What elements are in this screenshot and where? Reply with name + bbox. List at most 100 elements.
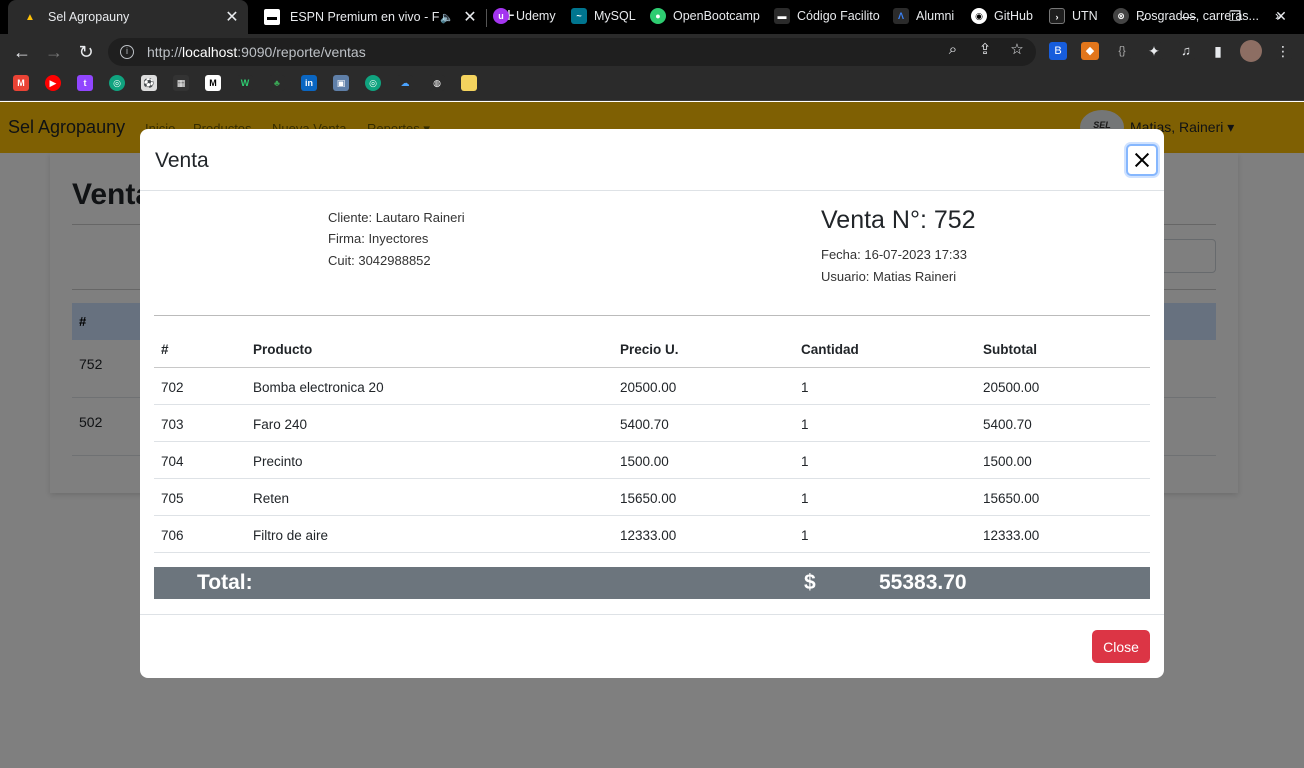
table-header-row: # Producto Precio U. Cantidad Subtotal — [154, 330, 1150, 368]
udemy-icon: u — [493, 8, 509, 24]
bookmark-label: Alumni — [916, 9, 955, 23]
chatgpt-icon[interactable]: ◎ — [109, 75, 125, 91]
bookmark-star-icon[interactable]: ☆ — [1007, 40, 1027, 60]
media-control-icon[interactable]: ♫ — [1177, 42, 1195, 60]
bookmark-label: UTN — [1072, 9, 1098, 23]
bitwarden-extension-icon[interactable]: B — [1049, 42, 1067, 60]
side-panel-icon[interactable]: ▮ — [1209, 42, 1227, 60]
globe-icon[interactable]: ◍ — [429, 75, 445, 91]
posgrados-icon: ⊗ — [1113, 8, 1129, 24]
extensions-puzzle-icon[interactable]: ✦ — [1145, 42, 1163, 60]
bookmark-label: OpenBootcamp — [673, 9, 760, 23]
venta-modal: Venta Cliente: Lautaro Raineri Firma: In… — [140, 129, 1164, 678]
bookmark-codigo-facilito[interactable]: ▬ Código Facilito — [774, 6, 880, 26]
linkedin-icon[interactable]: in — [301, 75, 317, 91]
tab-espn[interactable]: ▬ ESPN Premium en vivo - Fútb 🔈 ✕ — [250, 0, 486, 34]
cell-id: 705 — [161, 491, 184, 506]
tab-separator — [486, 9, 487, 27]
bookmark-github[interactable]: ◉ GitHub — [971, 6, 1033, 26]
bookmark-mysql[interactable]: ~ MySQL — [571, 6, 636, 26]
total-bar: Total: $ 55383.70 — [154, 567, 1150, 599]
metamask-extension-icon[interactable]: ◆ — [1081, 42, 1099, 60]
column-header: Subtotal — [983, 342, 1037, 357]
cell-producto: Reten — [253, 491, 290, 506]
bookmark-icon[interactable]: ▦ — [173, 75, 189, 91]
m-bookmark-icon[interactable]: M — [205, 75, 221, 91]
terminal-icon: › — [1049, 8, 1065, 24]
table-row: 702 Bomba electronica 20 20500.00 1 2050… — [154, 368, 1150, 405]
cell-subtotal: 12333.00 — [983, 528, 1040, 543]
spring-icon[interactable]: ♣ — [269, 75, 285, 91]
cell-subtotal: 20500.00 — [983, 380, 1040, 395]
keep-notes-icon[interactable] — [461, 75, 477, 91]
cell-precio: 1500.00 — [620, 454, 669, 469]
forward-arrow-icon[interactable]: → — [42, 40, 66, 64]
cell-producto: Filtro de aire — [253, 528, 329, 543]
back-arrow-icon[interactable]: ← — [10, 40, 34, 64]
cell-precio: 20500.00 — [620, 380, 677, 395]
column-header: Producto — [253, 342, 313, 357]
divider — [154, 315, 1150, 316]
cell-subtotal: 5400.70 — [983, 417, 1032, 432]
tab-close-icon[interactable]: ✕ — [222, 7, 242, 27]
bookmarks-bar — [0, 70, 1304, 101]
site-info-icon[interactable]: i — [120, 45, 134, 59]
bookmark-posgrados[interactable]: ⊗ Posgrados, carreras... — [1113, 6, 1259, 26]
tab-close-icon[interactable]: ✕ — [460, 7, 480, 27]
cell-cantidad: 1 — [801, 528, 809, 543]
cliente-text: Cliente: Lautaro Raineri — [328, 210, 465, 225]
bookmark-udemy[interactable]: u Udemy — [493, 6, 556, 26]
gmail-icon[interactable]: M — [13, 75, 29, 91]
alumni-icon: Λ — [893, 8, 909, 24]
w-bookmark-icon[interactable]: W — [237, 75, 253, 91]
column-header: Cantidad — [801, 342, 859, 357]
address-bar[interactable]: i http://localhost:9090/reporte/ventas — [108, 38, 1036, 66]
table-row: 705 Reten 15650.00 1 15650.00 — [154, 479, 1150, 516]
chatgpt-icon[interactable]: ◎ — [365, 75, 381, 91]
modal-close-x-button[interactable] — [1126, 144, 1158, 176]
cell-cantidad: 1 — [801, 454, 809, 469]
openbootcamp-icon: ● — [650, 8, 666, 24]
cell-cantidad: 1 — [801, 417, 809, 432]
sel-favicon-icon: ▲ — [25, 11, 35, 23]
more-bookmarks-button[interactable]: » — [1275, 6, 1282, 26]
photo-bookmark-icon[interactable]: ▣ — [333, 75, 349, 91]
bookmark-openbootcamp[interactable]: ● OpenBootcamp — [650, 6, 760, 26]
cell-id: 703 — [161, 417, 184, 432]
youtube-icon[interactable]: ▶ — [45, 75, 61, 91]
json-extension-icon[interactable]: {} — [1113, 42, 1131, 60]
codigo-facilito-icon: ▬ — [774, 8, 790, 24]
bookmark-utn[interactable]: › UTN — [1049, 6, 1098, 26]
tab-sel-agropauny[interactable]: ▲ Sel Agropauny ✕ — [8, 0, 248, 34]
speaker-icon[interactable]: 🔈 — [440, 11, 454, 24]
table-row: 706 Filtro de aire 12333.00 1 12333.00 — [154, 516, 1150, 553]
fecha-text: Fecha: 16-07-2023 17:33 — [821, 247, 967, 262]
cell-precio: 15650.00 — [620, 491, 677, 506]
bookmark-label: Posgrados, carreras... — [1136, 9, 1259, 23]
bookmark-label: Udemy — [516, 9, 556, 23]
espn-favicon-icon: ▬ — [264, 9, 280, 25]
cell-precio: 12333.00 — [620, 528, 677, 543]
bookmark-alumni[interactable]: Λ Alumni — [893, 6, 954, 26]
url-scheme: http:// — [147, 44, 183, 60]
cell-producto: Precinto — [253, 454, 303, 469]
modal-header: Venta — [140, 129, 1164, 191]
modal-title: Venta — [155, 149, 209, 172]
zoom-search-icon[interactable]: ⌕ — [943, 40, 963, 60]
close-button[interactable]: Close — [1092, 630, 1150, 663]
cloud-icon[interactable]: ☁ — [397, 75, 413, 91]
soccer-icon[interactable]: ⚽ — [141, 75, 157, 91]
twitch-icon[interactable]: t — [77, 75, 93, 91]
reload-icon[interactable]: ↻ — [74, 40, 98, 64]
column-header: Precio U. — [620, 342, 679, 357]
browser-menu-icon[interactable]: ⋮ — [1274, 42, 1292, 60]
table-row: 703 Faro 240 5400.70 1 5400.70 — [154, 405, 1150, 442]
profile-avatar-icon[interactable] — [1240, 40, 1262, 62]
cell-id: 704 — [161, 454, 184, 469]
cell-cantidad: 1 — [801, 380, 809, 395]
modal-footer: Close — [140, 614, 1164, 678]
url-path: :9090/reporte/ventas — [237, 44, 366, 60]
share-icon[interactable]: ⇪ — [975, 40, 995, 60]
cell-cantidad: 1 — [801, 491, 809, 506]
bookmark-label: GitHub — [994, 9, 1033, 23]
